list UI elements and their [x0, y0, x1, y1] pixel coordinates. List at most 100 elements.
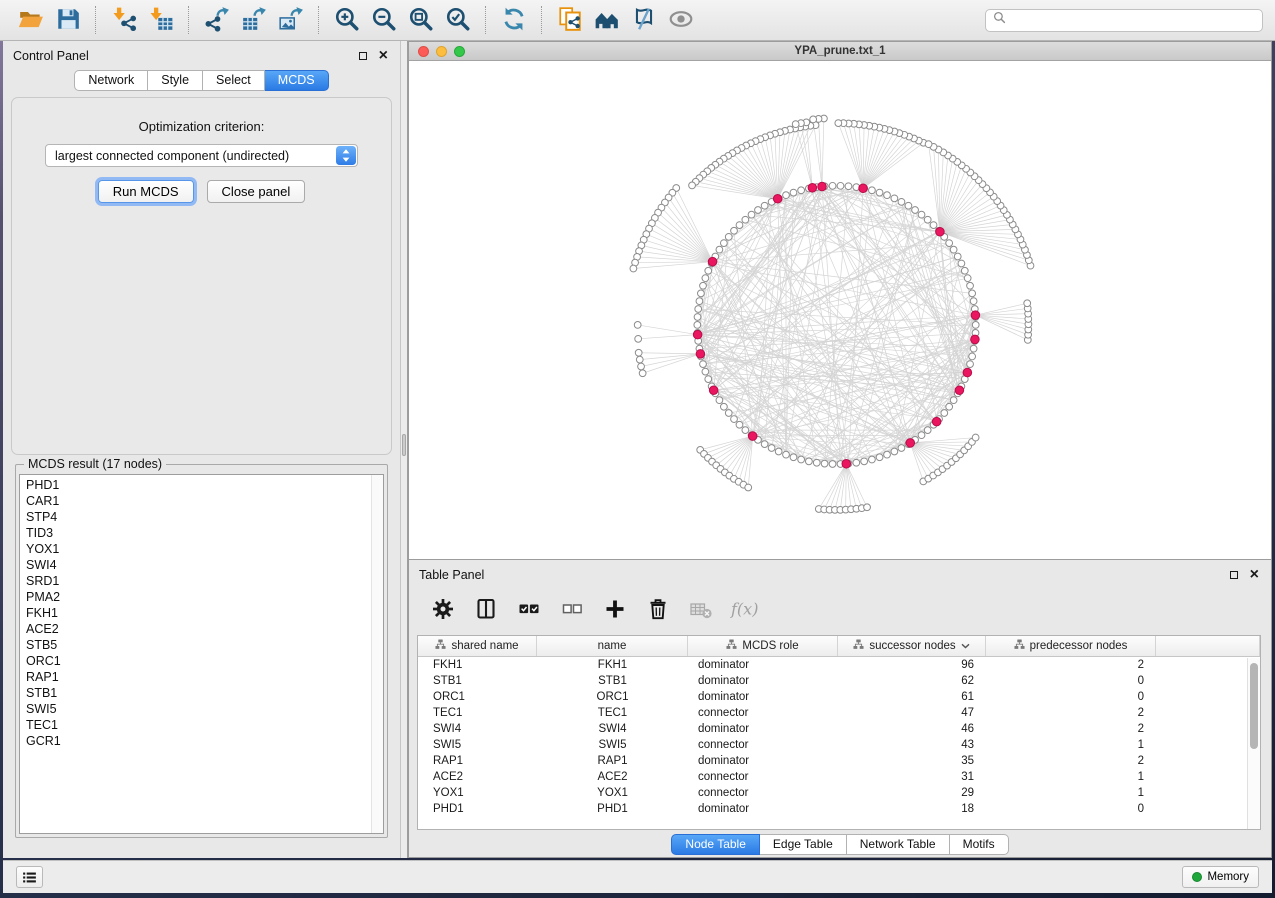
table-cell: dominator: [688, 755, 838, 767]
memory-button[interactable]: Memory: [1182, 866, 1259, 888]
close-window-button[interactable]: [418, 46, 429, 57]
refresh-button[interactable]: [495, 4, 532, 36]
float-table-panel-icon[interactable]: [1230, 571, 1238, 579]
export-network-button[interactable]: [198, 4, 235, 36]
zoom-selected-button[interactable]: [439, 4, 476, 36]
save-session-button[interactable]: [49, 4, 86, 36]
table-row[interactable]: SWI4SWI4dominator462: [418, 721, 1260, 737]
table-cell: 2: [986, 723, 1156, 735]
search-input[interactable]: [1011, 12, 1255, 28]
column-header-shared-name[interactable]: shared name: [418, 636, 537, 656]
table-cell: FKH1: [418, 659, 537, 671]
mcds-result-item[interactable]: PMA2: [20, 589, 383, 605]
table-toolbar: f(x): [409, 586, 1271, 635]
zoom-window-button[interactable]: [454, 46, 465, 57]
network-overview-button[interactable]: [588, 4, 625, 36]
table-cell: connector: [688, 739, 838, 751]
mcds-result-item[interactable]: SWI4: [20, 557, 383, 573]
optimization-select[interactable]: largest connected component (undirected): [45, 144, 358, 167]
column-header-name[interactable]: name: [537, 636, 688, 656]
table-cell: YOX1: [537, 787, 688, 799]
search-field[interactable]: [985, 9, 1263, 32]
duplicate-network-button[interactable]: [551, 4, 588, 36]
mcds-result-item[interactable]: TID3: [20, 525, 383, 541]
desktop: Control Panel × NetworkStyleSelectMCDS O…: [0, 0, 1275, 898]
mcds-result-item[interactable]: ACE2: [20, 621, 383, 637]
mcds-result-item[interactable]: STP4: [20, 509, 383, 525]
close-panel-icon[interactable]: ×: [379, 51, 388, 61]
mcds-result-item[interactable]: TEC1: [20, 717, 383, 733]
table-row[interactable]: SWI5SWI5connector431: [418, 737, 1260, 753]
select-all-columns-button[interactable]: [516, 598, 542, 624]
table-cell: dominator: [688, 691, 838, 703]
mcds-result-list[interactable]: PHD1CAR1STP4TID3YOX1SWI4SRD1PMA2FKH1ACE2…: [19, 474, 384, 834]
show-columns-button[interactable]: [473, 598, 499, 624]
table-row[interactable]: ORC1ORC1dominator610: [418, 689, 1260, 705]
mcds-result-item[interactable]: STB5: [20, 637, 383, 653]
column-header-successor-nodes[interactable]: successor nodes: [838, 636, 986, 656]
network-canvas[interactable]: [409, 61, 1271, 559]
deselect-all-columns-button[interactable]: [559, 598, 585, 624]
graphics-details-button[interactable]: [625, 4, 662, 36]
mcds-result-item[interactable]: GCR1: [20, 733, 383, 749]
float-panel-icon[interactable]: [359, 52, 367, 60]
close-table-panel-icon[interactable]: ×: [1250, 570, 1259, 580]
table-cell: dominator: [688, 675, 838, 687]
mcds-result-item[interactable]: CAR1: [20, 493, 383, 509]
mcds-result-item[interactable]: PHD1: [20, 477, 383, 493]
table-cell: FKH1: [537, 659, 688, 671]
table-row[interactable]: ACE2ACE2connector311: [418, 769, 1260, 785]
close-panel-button[interactable]: Close panel: [207, 180, 306, 203]
network-window-titlebar[interactable]: YPA_prune.txt_1: [409, 42, 1271, 61]
tab-select[interactable]: Select: [203, 70, 265, 91]
table-tab-network-table[interactable]: Network Table: [847, 834, 950, 855]
table-row[interactable]: YOX1YOX1connector291: [418, 785, 1260, 801]
task-history-button[interactable]: [16, 866, 43, 888]
tab-network[interactable]: Network: [74, 70, 148, 91]
result-list-scrollbar[interactable]: [371, 475, 383, 833]
add-column-button[interactable]: [602, 598, 628, 624]
mcds-result-item[interactable]: ORC1: [20, 653, 383, 669]
panel-splitter[interactable]: [400, 41, 408, 858]
table-row[interactable]: RAP1RAP1dominator352: [418, 753, 1260, 769]
tab-mcds[interactable]: MCDS: [265, 70, 329, 91]
mcds-result-item[interactable]: STB1: [20, 685, 383, 701]
settings-gear-button[interactable]: [430, 598, 456, 624]
column-header-predecessor-nodes[interactable]: predecessor nodes: [986, 636, 1156, 656]
table-cell: 1: [986, 739, 1156, 751]
export-image-button[interactable]: [272, 4, 309, 36]
run-mcds-button[interactable]: Run MCDS: [98, 180, 194, 203]
table-row[interactable]: PHD1PHD1dominator180: [418, 801, 1260, 817]
table-row[interactable]: STB1STB1dominator620: [418, 673, 1260, 689]
table-scrollbar-thumb[interactable]: [1250, 663, 1258, 749]
zoom-out-button[interactable]: [365, 4, 402, 36]
mcds-result-item[interactable]: SWI5: [20, 701, 383, 717]
mcds-result-item[interactable]: SRD1: [20, 573, 383, 589]
table-row[interactable]: FKH1FKH1dominator962: [418, 657, 1260, 673]
tab-style[interactable]: Style: [148, 70, 203, 91]
open-session-button[interactable]: [12, 4, 49, 36]
mcds-result-item[interactable]: YOX1: [20, 541, 383, 557]
export-table-button[interactable]: [235, 4, 272, 36]
import-network-button[interactable]: [105, 4, 142, 36]
table-tab-edge-table[interactable]: Edge Table: [760, 834, 847, 855]
mcds-result-items: PHD1CAR1STP4TID3YOX1SWI4SRD1PMA2FKH1ACE2…: [20, 475, 383, 749]
delete-column-button[interactable]: [645, 598, 671, 624]
table-cell: 61: [838, 691, 986, 703]
table-row[interactable]: TEC1TEC1connector472: [418, 705, 1260, 721]
zoom-in-button[interactable]: [328, 4, 365, 36]
zoom-fit-button[interactable]: [402, 4, 439, 36]
table-cell: connector: [688, 707, 838, 719]
mcds-result-item[interactable]: FKH1: [20, 605, 383, 621]
column-header-mcds-role[interactable]: MCDS role: [688, 636, 838, 656]
table-scrollbar[interactable]: [1247, 658, 1260, 829]
minimize-window-button[interactable]: [436, 46, 447, 57]
table-cell: 47: [838, 707, 986, 719]
table-cell: 62: [838, 675, 986, 687]
splitter-grip-icon[interactable]: [402, 434, 406, 456]
table-tab-node-table[interactable]: Node Table: [671, 834, 760, 855]
import-table-button[interactable]: [142, 4, 179, 36]
mcds-result-item[interactable]: RAP1: [20, 669, 383, 685]
table-panel: Table Panel × f(x) shared namenameMCDS r…: [408, 560, 1272, 858]
table-tab-motifs[interactable]: Motifs: [950, 834, 1009, 855]
